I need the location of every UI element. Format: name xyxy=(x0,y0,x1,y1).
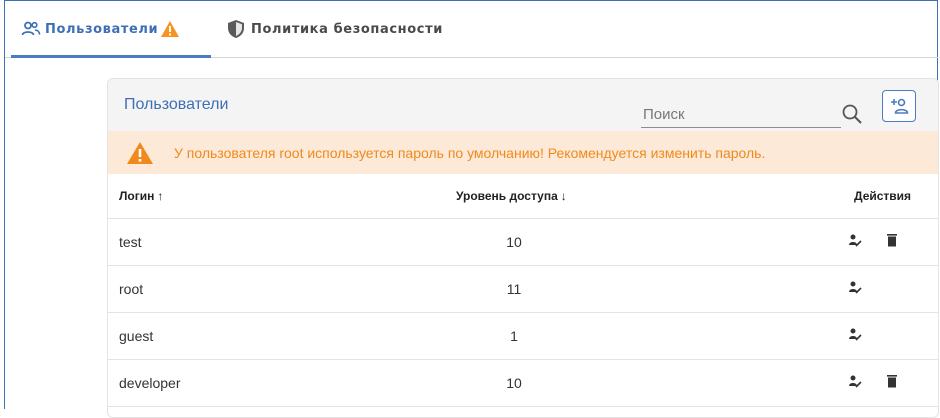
delete-icon[interactable] xyxy=(886,374,898,388)
cell-level: 10 xyxy=(506,375,522,391)
search-box xyxy=(641,101,862,128)
edit-user-icon[interactable] xyxy=(848,327,862,341)
sort-asc-icon: ↑ xyxy=(157,189,164,203)
table-row: root 11 xyxy=(108,266,938,313)
warning-icon xyxy=(127,141,153,164)
cell-level: 10 xyxy=(506,234,522,250)
default-password-warning: У пользователя root используется пароль … xyxy=(108,131,938,174)
shield-icon xyxy=(228,20,244,38)
cell-login: guest xyxy=(119,328,154,344)
table-row: developer 10 xyxy=(108,360,938,407)
warning-text: У пользователя root используется пароль … xyxy=(174,144,766,161)
card-title: Пользователи xyxy=(124,96,229,113)
add-user-icon xyxy=(891,98,909,114)
tab-bar: Пользователи Политика безопасности xyxy=(5,1,938,58)
column-login-label: Логин xyxy=(119,189,155,203)
table-row: guest 1 xyxy=(108,313,938,360)
edit-user-icon[interactable] xyxy=(848,280,862,294)
column-actions-label: Действия xyxy=(854,189,912,203)
tab-users[interactable]: Пользователи xyxy=(11,1,211,58)
users-card: Пользователи У пользователя root использ… xyxy=(107,78,939,418)
table-row: test 10 xyxy=(108,219,938,266)
table-header: Логин ↑ Уровень доступа ↓ Действия xyxy=(108,175,938,219)
cell-level: 11 xyxy=(506,281,522,297)
cell-login: developer xyxy=(119,375,181,391)
tab-security-policy-label: Политика безопасности xyxy=(251,21,443,37)
column-level-label: Уровень доступа xyxy=(456,189,558,203)
edit-user-icon[interactable] xyxy=(848,374,862,388)
card-header: Пользователи xyxy=(108,79,938,131)
sort-desc-icon: ↓ xyxy=(560,189,567,203)
search-icon[interactable] xyxy=(841,103,863,125)
add-user-button[interactable] xyxy=(882,90,916,122)
tab-security-policy[interactable]: Политика безопасности xyxy=(220,1,480,57)
column-header-actions: Действия xyxy=(854,189,911,203)
cell-level: 1 xyxy=(510,328,518,344)
tab-users-label: Пользователи xyxy=(45,21,159,37)
cell-login: test xyxy=(119,234,142,250)
users-icon xyxy=(21,21,41,36)
search-input[interactable] xyxy=(641,101,815,127)
column-header-login[interactable]: Логин ↑ xyxy=(119,189,163,203)
column-header-level[interactable]: Уровень доступа ↓ xyxy=(456,189,567,203)
cell-login: root xyxy=(119,281,144,297)
warning-icon xyxy=(161,21,180,37)
delete-icon[interactable] xyxy=(886,233,898,247)
edit-user-icon[interactable] xyxy=(848,233,862,247)
